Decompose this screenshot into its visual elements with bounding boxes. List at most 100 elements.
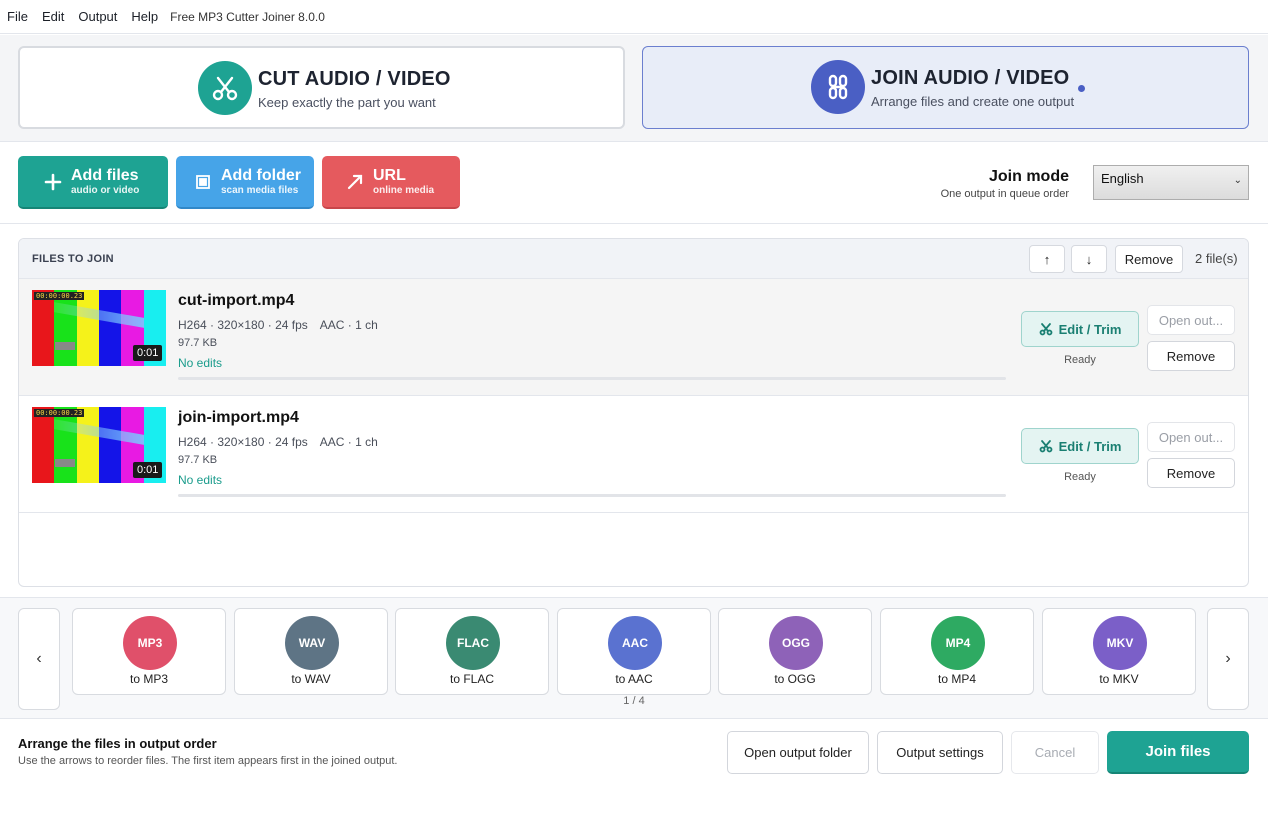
- remove-selected-button[interactable]: Remove: [1115, 245, 1183, 273]
- join-files-button[interactable]: Join files: [1107, 731, 1249, 774]
- join-mode-card[interactable]: JOIN AUDIO / VIDEO Arrange files and cre…: [642, 46, 1249, 129]
- preset-label: to OGG: [774, 672, 816, 686]
- url-button[interactable]: URL online media: [322, 156, 460, 209]
- file-meta: H264 · 320×180 · 24 fps AAC · 1 ch: [178, 318, 378, 332]
- folder-icon: [190, 174, 216, 190]
- file-status: Ready: [1064, 354, 1096, 366]
- audio-info: AAC · 1 ch: [319, 318, 378, 332]
- file-size: 97.7 KB: [178, 337, 218, 349]
- audio-info: AAC · 1 ch: [319, 435, 378, 449]
- preset-wav[interactable]: WAV to WAV: [234, 608, 388, 695]
- edit-trim-label: Edit / Trim: [1058, 438, 1122, 454]
- preset-badge: MP4: [931, 616, 985, 670]
- progress-bar: [178, 377, 1006, 380]
- cut-mode-card[interactable]: CUT AUDIO / VIDEO Keep exactly the part …: [18, 46, 625, 129]
- preset-label: to AAC: [615, 672, 653, 686]
- presets-page-indicator: 1 / 4: [623, 695, 645, 707]
- join-mode-heading: Join mode: [988, 168, 1069, 185]
- progress-bar: [178, 494, 1006, 497]
- move-down-button[interactable]: ↓: [1071, 245, 1107, 273]
- add-folder-button[interactable]: Add folder scan media files: [176, 156, 314, 209]
- url-label: URL: [373, 166, 406, 184]
- menu-output[interactable]: Output: [78, 9, 117, 24]
- arrow-up-right-icon: [342, 173, 368, 191]
- file-row[interactable]: 00:00:00.23 0:01 cut-import.mp4 H264 · 3…: [19, 279, 1248, 396]
- preset-mp4[interactable]: MP4 to MP4: [880, 608, 1034, 695]
- toolbar: Add files audio or video Add folder scan…: [0, 143, 1268, 224]
- video-thumbnail: 00:00:00.23 0:01: [32, 290, 166, 366]
- duration-badge: 0:01: [133, 345, 163, 361]
- add-folder-sublabel: scan media files: [221, 184, 299, 196]
- file-name: join-import.mp4: [178, 409, 299, 426]
- move-up-button[interactable]: ↑: [1029, 245, 1065, 273]
- file-count: 2 file(s): [1195, 251, 1238, 266]
- menu-help[interactable]: Help: [131, 9, 158, 24]
- video-info: H264 · 320×180 · 24 fps: [178, 318, 308, 332]
- preset-label: to MKV: [1099, 672, 1139, 686]
- menu-edit[interactable]: Edit: [42, 9, 64, 24]
- video-thumbnail: 00:00:00.23 0:01: [32, 407, 166, 483]
- preset-flac[interactable]: FLAC to FLAC: [395, 608, 549, 695]
- open-output-folder-button[interactable]: Open output folder: [727, 731, 869, 774]
- mode-selector: CUT AUDIO / VIDEO Keep exactly the part …: [0, 35, 1268, 142]
- preset-badge: AAC: [608, 616, 662, 670]
- cancel-button[interactable]: Cancel: [1011, 731, 1099, 774]
- edit-trim-button[interactable]: Edit / Trim: [1021, 428, 1139, 464]
- preset-aac[interactable]: AAC to AAC: [557, 608, 711, 695]
- app-title: Free MP3 Cutter Joiner 8.0.0: [170, 9, 325, 24]
- edit-trim-label: Edit / Trim: [1058, 321, 1122, 337]
- files-panel-header: FILES TO JOIN ↑ ↓ Remove 2 file(s): [19, 239, 1248, 279]
- preset-label: to MP4: [937, 672, 976, 686]
- preset-badge: WAV: [285, 616, 339, 670]
- output-presets: ‹ MP3 to MP3 WAV to WAV FLAC to FLAC AAC…: [0, 597, 1268, 719]
- open-output-button[interactable]: Open out...: [1147, 422, 1235, 452]
- scissors-icon: [1039, 322, 1053, 336]
- edit-trim-button[interactable]: Edit / Trim: [1021, 311, 1139, 347]
- chevron-down-icon: ⌄: [1233, 175, 1242, 186]
- scissors-icon: [1039, 439, 1053, 453]
- remove-file-button[interactable]: Remove: [1147, 341, 1235, 371]
- file-meta: H264 · 320×180 · 24 fps AAC · 1 ch: [178, 435, 378, 449]
- preset-badge: MP3: [123, 616, 177, 670]
- plus-icon: [40, 173, 66, 191]
- join-mode-info: Join mode One output in queue order: [941, 168, 1069, 200]
- thumbnail-timecode: 00:00:00.23: [34, 409, 85, 417]
- files-panel-title: FILES TO JOIN: [32, 253, 114, 265]
- footer-title: Arrange the files in output order: [18, 736, 217, 751]
- language-select[interactable]: English ⌄: [1093, 165, 1249, 200]
- language-select-value: English: [1101, 171, 1144, 186]
- thumbnail-timecode: 00:00:00.23: [34, 292, 85, 300]
- menu-file[interactable]: File: [7, 9, 28, 24]
- file-status: Ready: [1064, 471, 1096, 483]
- preset-badge: FLAC: [446, 616, 500, 670]
- remove-file-button[interactable]: Remove: [1147, 458, 1235, 488]
- file-name: cut-import.mp4: [178, 292, 295, 309]
- preset-label: to FLAC: [449, 672, 494, 686]
- join-mode-subtitle: Arrange files and create one output: [871, 94, 1075, 109]
- join-mode-title: JOIN AUDIO / VIDEO: [871, 67, 1070, 89]
- preset-badge: MKV: [1093, 616, 1147, 670]
- chain-link-icon: [811, 60, 865, 114]
- selected-indicator-dot: [1078, 85, 1085, 92]
- file-size: 97.7 KB: [178, 454, 218, 466]
- url-sublabel: online media: [373, 184, 435, 196]
- add-files-sublabel: audio or video: [71, 184, 140, 196]
- preset-mkv[interactable]: MKV to MKV: [1042, 608, 1196, 695]
- file-row[interactable]: 00:00:00.23 0:01 join-import.mp4 H264 · …: [19, 396, 1248, 513]
- add-folder-label: Add folder: [221, 166, 301, 184]
- cut-mode-title: CUT AUDIO / VIDEO: [258, 68, 451, 90]
- duration-badge: 0:01: [133, 462, 163, 478]
- add-files-label: Add files: [71, 166, 139, 184]
- output-settings-button[interactable]: Output settings: [877, 731, 1003, 774]
- edit-status: No edits: [178, 356, 223, 370]
- join-mode-description: One output in queue order: [940, 188, 1069, 200]
- menu-bar: File Edit Output Help Free MP3 Cutter Jo…: [0, 0, 1268, 34]
- preset-ogg[interactable]: OGG to OGG: [718, 608, 872, 695]
- footer-bar: Arrange the files in output order Use th…: [0, 720, 1268, 785]
- cut-mode-subtitle: Keep exactly the part you want: [258, 95, 436, 110]
- preset-mp3[interactable]: MP3 to MP3: [72, 608, 226, 695]
- preset-label: to MP3: [129, 672, 168, 686]
- footer-subtitle: Use the arrows to reorder files. The fir…: [18, 755, 398, 767]
- open-output-button[interactable]: Open out...: [1147, 305, 1235, 335]
- add-files-button[interactable]: Add files audio or video: [18, 156, 168, 209]
